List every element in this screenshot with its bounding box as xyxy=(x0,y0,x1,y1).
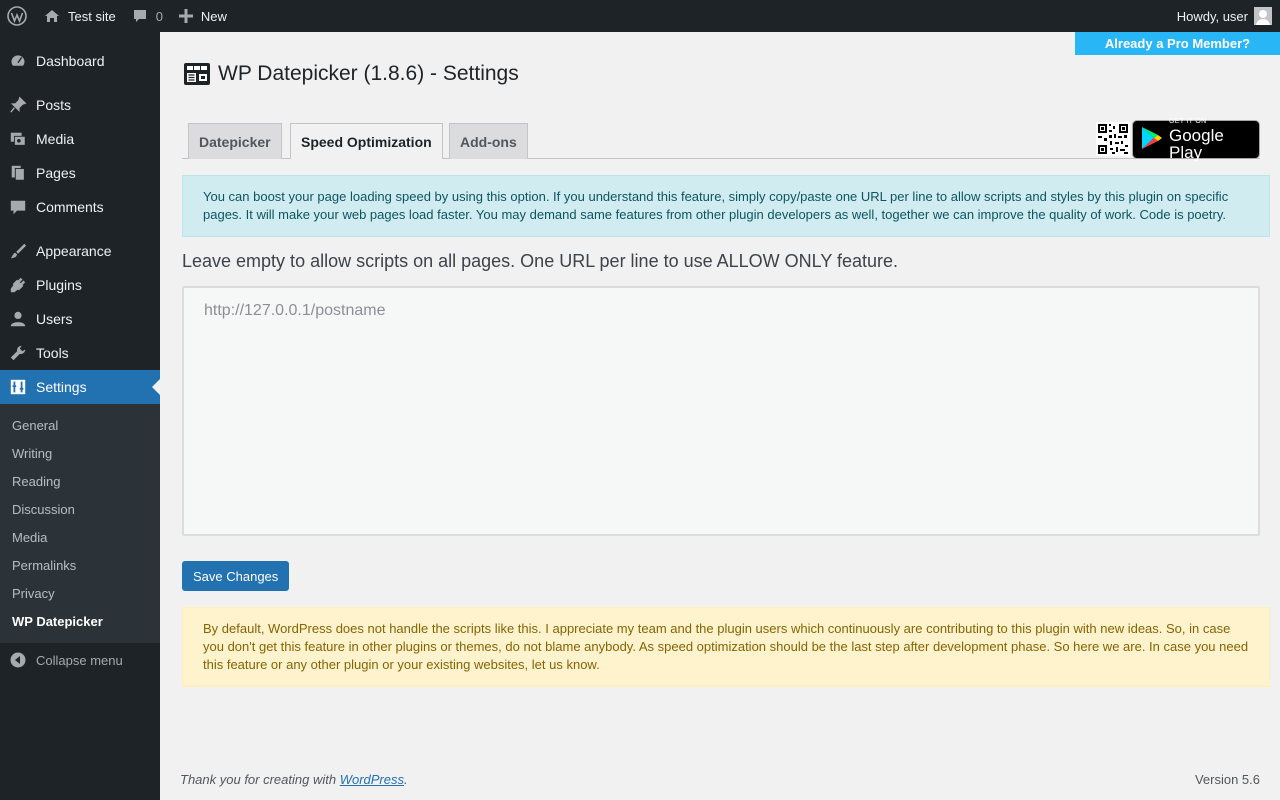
sidebar-item-posts[interactable]: Posts xyxy=(0,88,160,122)
pages-icon xyxy=(0,156,36,190)
comments-count: 0 xyxy=(155,8,163,24)
google-play-badge[interactable]: GET IT ON Google Play xyxy=(1132,118,1260,161)
tab-add-ons[interactable]: Add-ons xyxy=(449,123,528,159)
tab-datepicker[interactable]: Datepicker xyxy=(188,123,282,159)
footer-version: Version 5.6 xyxy=(1194,772,1260,787)
sidebar-item-label: Tools xyxy=(36,345,69,361)
home-icon xyxy=(44,8,68,24)
pro-member-link[interactable]: Already a Pro Member? xyxy=(1075,32,1280,55)
save-changes-button[interactable]: Save Changes xyxy=(182,561,290,591)
warning-notice: By default, WordPress does not handle th… xyxy=(182,607,1270,687)
collapse-arrow-icon xyxy=(0,652,36,668)
sidebar-item-users[interactable]: Users xyxy=(0,302,160,336)
footer-thanks-suffix: . xyxy=(404,772,408,787)
footer-thanks: Thank you for creating with WordPress. xyxy=(180,772,408,787)
sidebar-item-pages[interactable]: Pages xyxy=(0,156,160,190)
play-store-icon xyxy=(1141,126,1163,153)
main-content: Already a Pro Member? WP Datepicker (1.8… xyxy=(160,32,1280,800)
brush-icon xyxy=(0,234,36,268)
user-icon xyxy=(0,302,36,336)
tab-speed-optimization[interactable]: Speed Optimization xyxy=(290,123,443,159)
submenu-item-discussion[interactable]: Discussion xyxy=(0,495,160,523)
avatar xyxy=(1254,7,1272,25)
sidebar-item-label: Dashboard xyxy=(36,53,105,69)
wrench-icon xyxy=(0,336,36,370)
comment-icon xyxy=(0,190,36,224)
howdy-text: Howdy, user xyxy=(1176,8,1248,24)
submenu-item-media[interactable]: Media xyxy=(0,523,160,551)
sidebar-item-media[interactable]: Media xyxy=(0,122,160,156)
calendar-table-icon xyxy=(184,63,210,85)
wordpress-logo-icon[interactable] xyxy=(0,0,34,32)
sidebar-item-label: Settings xyxy=(36,379,87,395)
plus-icon xyxy=(178,9,201,23)
sidebar-item-label: Pages xyxy=(36,165,76,181)
submenu-item-permalinks[interactable]: Permalinks xyxy=(0,551,160,579)
footer-thanks-prefix: Thank you for creating with xyxy=(180,772,340,787)
comments-link[interactable]: 0 xyxy=(124,0,171,32)
submenu-item-wp-datepicker[interactable]: WP Datepicker xyxy=(0,607,160,635)
sidebar-item-label: Comments xyxy=(36,199,104,215)
sidebar-item-label: Plugins xyxy=(36,277,82,293)
collapse-menu-label: Collapse menu xyxy=(36,652,123,668)
admin-bar: Test site 0 New Howdy, user xyxy=(0,0,1280,32)
my-account-link[interactable]: Howdy, user xyxy=(1169,0,1280,32)
sidebar-item-tools[interactable]: Tools xyxy=(0,336,160,370)
page-title-text: WP Datepicker (1.8.6) - Settings xyxy=(218,62,519,85)
sidebar-item-dashboard[interactable]: Dashboard xyxy=(0,44,160,78)
page-title: WP Datepicker (1.8.6) - Settings xyxy=(184,62,519,86)
admin-sidebar: Dashboard Posts Media Pages Comments App… xyxy=(0,32,160,800)
new-label: New xyxy=(200,8,227,24)
submenu-item-writing[interactable]: Writing xyxy=(0,439,160,467)
instructions-text: Leave empty to allow scripts on all page… xyxy=(182,251,899,271)
plug-icon xyxy=(0,268,36,302)
gplay-big-text: Google Play xyxy=(1169,126,1224,162)
comment-icon xyxy=(132,8,156,24)
gplay-small-text: GET IT ON xyxy=(1169,118,1207,125)
dashboard-icon xyxy=(0,44,36,78)
sidebar-item-comments[interactable]: Comments xyxy=(0,190,160,224)
media-icon xyxy=(0,122,36,156)
settings-icon xyxy=(0,370,36,404)
new-content-link[interactable]: New xyxy=(171,0,235,32)
sidebar-item-label: Users xyxy=(36,311,73,327)
site-name: Test site xyxy=(68,8,116,24)
sidebar-item-label: Posts xyxy=(36,97,72,113)
submenu-item-general[interactable]: General xyxy=(0,411,160,439)
allowed-urls-textarea[interactable] xyxy=(182,286,1260,536)
pin-icon xyxy=(0,88,36,122)
submenu-item-reading[interactable]: Reading xyxy=(0,467,160,495)
qr-code-icon[interactable] xyxy=(1096,122,1130,156)
info-notice: You can boost your page loading speed by… xyxy=(182,175,1270,237)
site-name-link[interactable]: Test site xyxy=(34,0,124,32)
sidebar-item-label: Media xyxy=(36,131,75,147)
collapse-menu-button[interactable]: Collapse menu xyxy=(0,643,160,677)
sidebar-item-appearance[interactable]: Appearance xyxy=(0,234,160,268)
wordpress-link[interactable]: WordPress xyxy=(340,772,404,787)
settings-submenu: General Writing Reading Discussion Media… xyxy=(0,404,160,643)
sidebar-item-label: Appearance xyxy=(36,243,112,259)
google-play-text: GET IT ON Google Play xyxy=(1169,118,1259,161)
submenu-item-privacy[interactable]: Privacy xyxy=(0,579,160,607)
sidebar-item-settings[interactable]: Settings xyxy=(0,370,160,404)
sidebar-item-plugins[interactable]: Plugins xyxy=(0,268,160,302)
